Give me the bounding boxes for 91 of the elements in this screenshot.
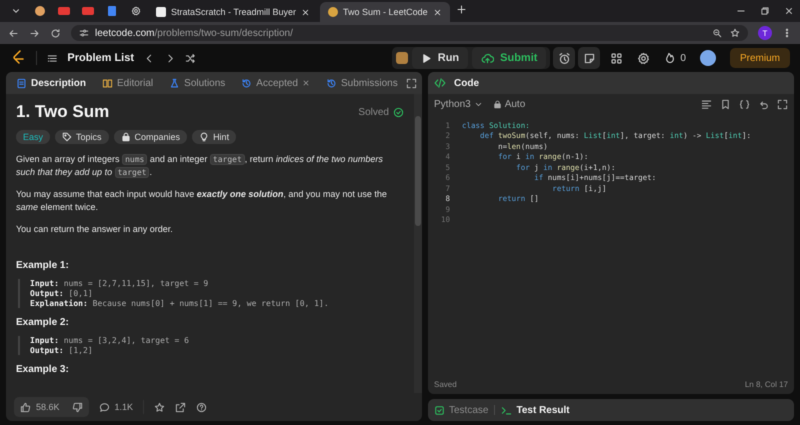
format-icon[interactable] — [701, 98, 712, 110]
document-icon — [16, 78, 27, 88]
checkbox-icon — [434, 404, 445, 416]
reset-icon[interactable] — [758, 98, 769, 110]
user-avatar[interactable] — [700, 50, 716, 66]
panel-tab[interactable]: Editorial — [98, 74, 158, 92]
premium-button[interactable]: Premium — [730, 48, 790, 68]
check-circle-icon — [393, 106, 404, 118]
gear-favicon-icon[interactable] — [131, 6, 141, 16]
thumbs-up-icon — [20, 402, 31, 412]
alarm-clock-icon — [558, 52, 571, 64]
description-paragraph: You can return the answer in any order. — [16, 223, 174, 236]
submit-button[interactable]: Submit — [472, 47, 546, 69]
close-icon[interactable] — [784, 6, 794, 16]
video-favicon-icon[interactable] — [58, 7, 70, 15]
example-line: Input: nums = [2,7,11,15], target = 9 — [30, 279, 210, 288]
difficulty-level: Easy — [16, 130, 50, 144]
restore-icon[interactable] — [760, 6, 770, 16]
lock-icon — [492, 100, 502, 108]
close-icon[interactable] — [432, 8, 442, 16]
cloud-upload-icon — [481, 52, 494, 64]
history-icon — [241, 78, 252, 88]
address-bar[interactable]: leetcode.com/problems/two-sum/description/ — [71, 25, 748, 41]
help-icon[interactable] — [196, 402, 208, 412]
profile-avatar[interactable]: T — [758, 26, 772, 40]
video-favicon-icon[interactable] — [82, 7, 94, 15]
tag-button[interactable]: Hint — [192, 130, 236, 144]
comment-icon — [98, 402, 110, 412]
braces-icon[interactable] — [739, 98, 750, 110]
example-line: Input: nums = [3,2,4], target = 6 — [30, 336, 190, 345]
example-heading: Example 3: — [16, 364, 70, 375]
site-settings-icon[interactable] — [79, 28, 89, 38]
cursor-position: Ln 8, Col 17 — [744, 380, 788, 388]
browser-tab[interactable]: Two Sum - LeetCode — [320, 2, 450, 22]
streak-counter[interactable]: 0 — [664, 52, 686, 64]
bookmark-icon[interactable] — [720, 98, 731, 110]
zoom-icon[interactable] — [712, 28, 722, 38]
lock-icon — [120, 132, 131, 142]
history-icon — [326, 78, 337, 88]
shuffle-icon[interactable] — [185, 52, 196, 64]
timer-button[interactable] — [553, 47, 576, 69]
example-line: Output: [0,1] — [30, 289, 94, 298]
tag-button[interactable]: Topics — [55, 130, 109, 144]
example-heading: Example 2: — [16, 317, 70, 328]
save-status: Saved — [434, 380, 457, 388]
test-tab[interactable]: Test Result — [501, 404, 570, 416]
description-paragraph: You may assume that each input would have exactly one solution, and you may not use the same element twice. — [16, 188, 388, 214]
problem-list-link[interactable]: Problem List — [67, 52, 134, 64]
run-button[interactable]: Run — [412, 47, 468, 69]
tag-button[interactable]: Companies — [114, 130, 188, 144]
terminal-icon — [501, 404, 512, 416]
lightbulb-icon — [199, 132, 210, 142]
settings-icon[interactable] — [637, 52, 650, 64]
language-dropdown[interactable]: Python3 — [434, 98, 483, 110]
code-tab[interactable]: Code — [450, 74, 483, 92]
play-icon — [420, 52, 432, 64]
problem-title: 1. Two Sum — [16, 102, 110, 122]
back-icon[interactable] — [8, 28, 19, 38]
example-line: Explanation: Because nums[0] + nums[1] == 9, we return [0, 1]. — [30, 299, 330, 308]
fullscreen-icon[interactable] — [777, 98, 788, 110]
scrollbar[interactable] — [414, 94, 422, 393]
thumbs-down-icon — [72, 402, 83, 412]
reload-icon[interactable] — [50, 28, 61, 38]
panel-tab[interactable]: Solutions — [165, 74, 230, 92]
book-icon — [102, 78, 114, 88]
close-icon — [302, 79, 310, 87]
flame-icon — [664, 52, 676, 64]
close-icon[interactable] — [301, 8, 310, 16]
panel-tab[interactable]: Description — [12, 74, 90, 92]
browser-tab[interactable]: StrataScratch - Treadmill Buyer — [148, 2, 318, 22]
share-icon[interactable] — [175, 402, 186, 412]
panel-tab[interactable]: Accepted — [237, 74, 314, 92]
note-icon — [582, 52, 596, 64]
panel-tab[interactable]: Submissions — [322, 74, 402, 92]
description-paragraph: Given an array of integers nums and an integer target , return indices of the two numbers such that they add up to target . — [16, 153, 384, 179]
example-line: Output: [1,2] — [30, 346, 94, 355]
layout-grid-icon[interactable] — [610, 52, 624, 64]
forward-icon[interactable] — [29, 28, 40, 38]
star-icon[interactable] — [154, 402, 166, 412]
code-icon — [434, 77, 446, 89]
new-tab-icon[interactable] — [456, 4, 467, 15]
tag-icon — [62, 132, 72, 142]
auto-mode-toggle[interactable]: Auto — [492, 98, 526, 110]
flask-icon — [169, 78, 180, 88]
solved-status: Solved — [358, 106, 404, 118]
expand-icon[interactable] — [406, 78, 417, 88]
star-icon[interactable] — [730, 28, 740, 38]
example-heading: Example 1: — [16, 260, 70, 271]
notes-button[interactable] — [578, 47, 600, 69]
comments-button[interactable]: 1.1K — [98, 402, 134, 412]
test-tab[interactable]: Testcase — [434, 404, 488, 416]
